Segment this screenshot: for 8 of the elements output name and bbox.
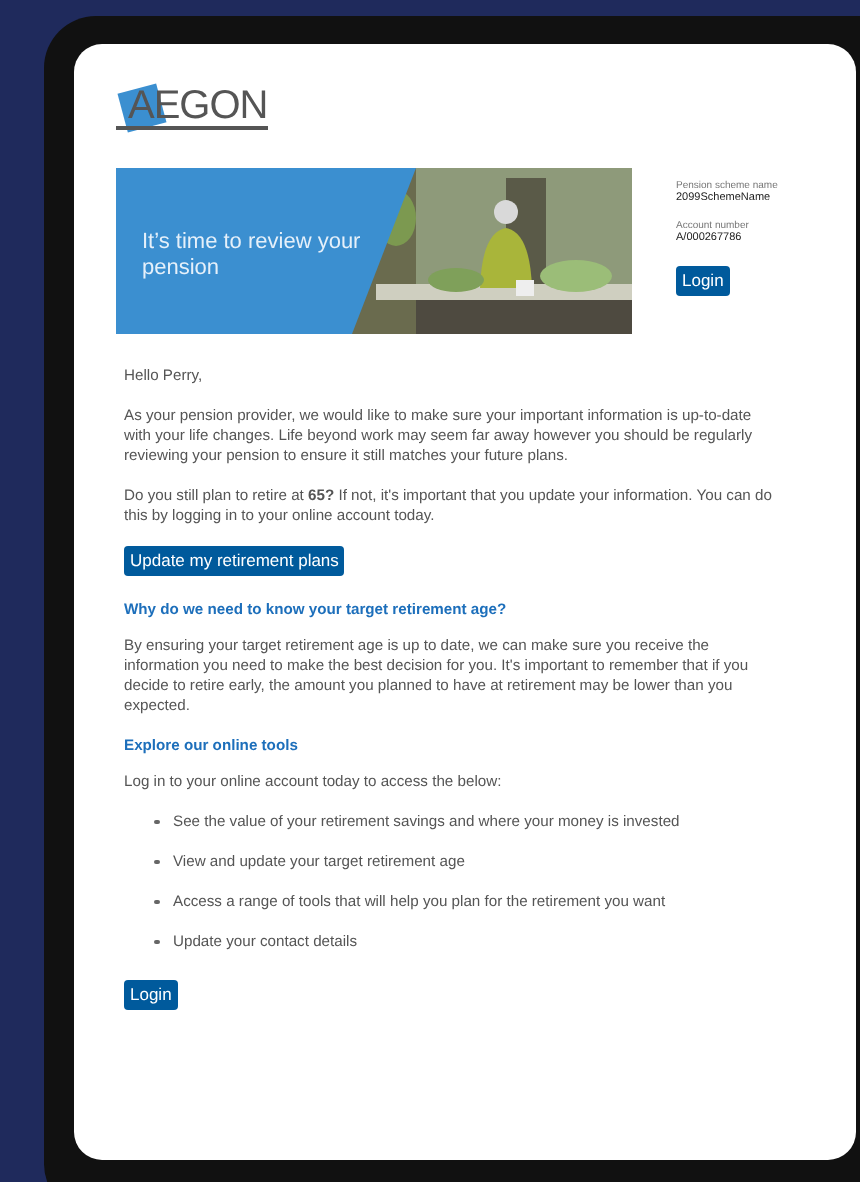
login-button[interactable]: Login: [124, 980, 178, 1010]
bullet-icon: [154, 859, 159, 865]
update-plans-button[interactable]: Update my retirement plans: [124, 546, 345, 576]
login-button[interactable]: Login: [676, 266, 730, 296]
bullet-icon: [154, 899, 159, 905]
bullet-icon: [154, 819, 159, 825]
banner-headline: It’s time to review your pension: [142, 230, 362, 282]
bullet-icon: [154, 939, 159, 945]
